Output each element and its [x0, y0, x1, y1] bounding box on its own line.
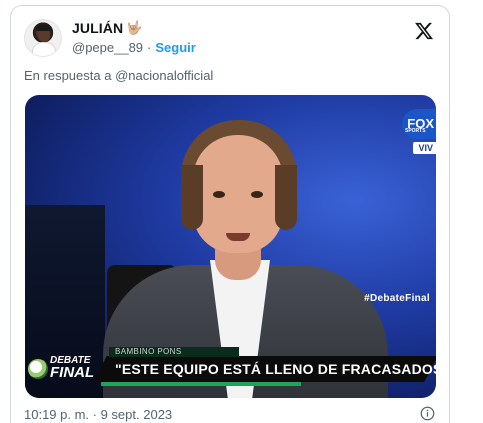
user-handle[interactable]: @pepe__89 — [72, 40, 143, 55]
reply-target-link[interactable]: @nacionalofficial — [115, 68, 213, 83]
separator-dot: · — [147, 40, 152, 55]
banner-accent-strip — [101, 382, 301, 386]
live-badge: VIV — [413, 142, 436, 154]
soccer-ball-icon — [28, 359, 48, 379]
show-hashtag: #DebateFinal — [364, 293, 430, 304]
follow-button[interactable]: Seguir — [155, 40, 195, 55]
info-icon[interactable] — [420, 406, 435, 421]
lower-third: DEBATE FINAL BAMBINO PONS "ESTE EQUIPO E… — [25, 342, 436, 398]
display-name[interactable]: JULIÁN — [72, 20, 123, 36]
sub-row: @pepe__89 · Seguir — [72, 40, 196, 55]
show-logo-line2: FINAL — [50, 364, 95, 381]
name-row[interactable]: JULIÁN 🤟🏼 — [72, 20, 142, 36]
tweet-card[interactable]: JULIÁN 🤟🏼 @pepe__89 · Seguir En respuest… — [10, 5, 450, 423]
channel-logo: FOX SPORTS — [402, 109, 436, 139]
show-logo: DEBATE FINAL — [28, 352, 96, 388]
tweet-timestamp[interactable]: 10:19 p. m. · 9 sept. 2023 — [24, 407, 172, 422]
x-logo-icon[interactable] — [414, 21, 434, 41]
reply-prefix: En respuesta a — [24, 68, 112, 83]
tweet-header: JULIÁN 🤟🏼 @pepe__89 · Seguir — [24, 19, 436, 59]
channel-logo-sub: SPORTS — [405, 128, 426, 134]
person-hair-left — [181, 165, 203, 230]
person-eye-left — [213, 191, 225, 198]
avatar-shirt — [32, 42, 56, 56]
reply-context: En respuesta a @nacionalofficial — [24, 68, 213, 83]
person-eye-right — [251, 191, 263, 198]
avatar-cap — [36, 25, 52, 31]
avatar[interactable] — [24, 19, 62, 57]
speaker-tag: BAMBINO PONS — [109, 347, 239, 357]
tweet-media-image[interactable]: FOX SPORTS VIV #DebateFinal DEBATE FINAL… — [25, 95, 436, 398]
quote-text: "ESTE EQUIPO ESTÁ LLENO DE FRACASADOS" — [115, 361, 436, 377]
name-emoji: 🤟🏼 — [126, 20, 143, 35]
person-hair-right — [275, 165, 297, 230]
